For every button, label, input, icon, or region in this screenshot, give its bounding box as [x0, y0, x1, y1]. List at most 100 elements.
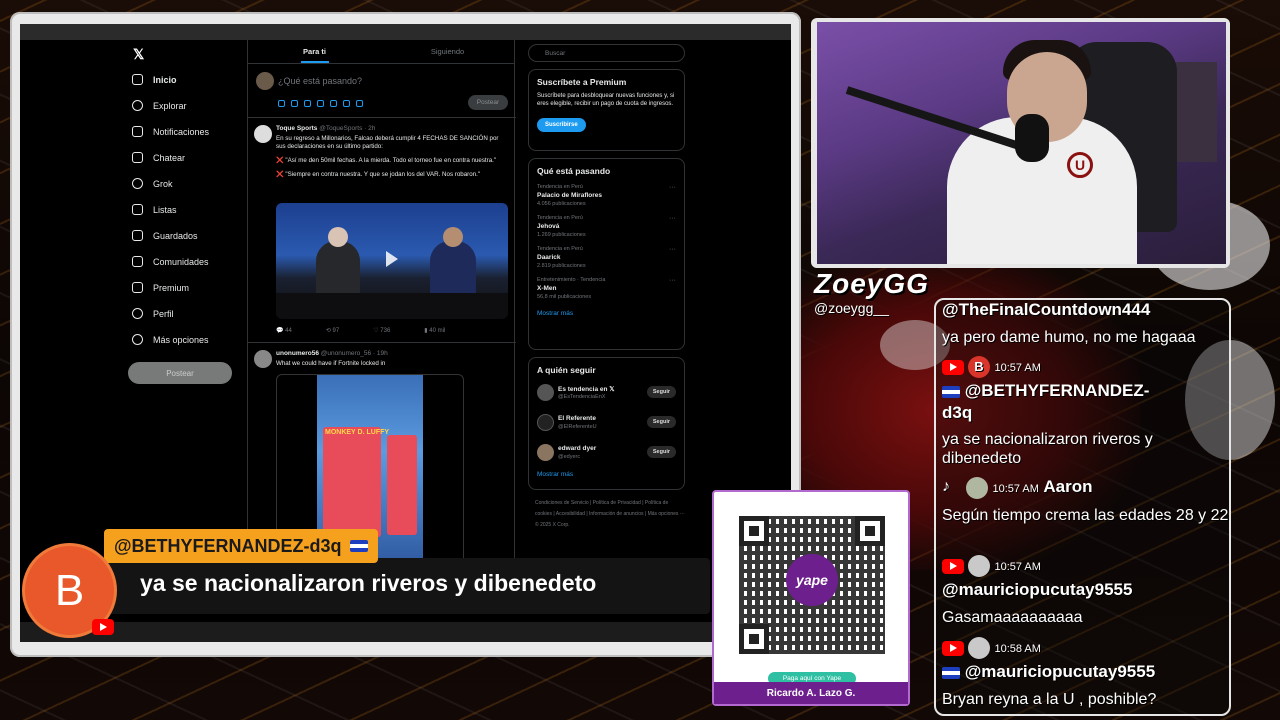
nav-chat[interactable]: Chatear — [132, 152, 185, 163]
nav-explore[interactable]: Explorar — [132, 100, 187, 111]
tweet-header: unonumero56 @unonumero_56 · 19h — [276, 350, 388, 357]
tweet-video[interactable] — [276, 203, 508, 319]
schedule-icon[interactable] — [343, 100, 350, 107]
chat-message: Gasamaaaaaaaaaa — [942, 609, 1083, 626]
emoji-icon[interactable] — [330, 100, 337, 107]
premium-title: Suscríbete a Premium — [537, 77, 627, 87]
chat-panel: @TheFinalCountdown444 ya pero dame humo,… — [934, 298, 1231, 716]
search-icon — [132, 100, 143, 111]
trend-item[interactable]: Tendencia en Perú Daarick 2.819 publicacio… — [537, 246, 676, 269]
play-icon[interactable] — [386, 251, 398, 267]
chat-icon — [132, 152, 143, 163]
list-icon[interactable] — [317, 100, 324, 107]
chat-message: Según tiempo crema las edades 28 y 22 — [942, 507, 1229, 524]
nav-lists[interactable]: Listas — [132, 204, 177, 215]
tab-following[interactable]: Siguiendo — [381, 40, 514, 63]
feed-column: Para ti Siguiendo ¿Qué está pasando? Pos… — [247, 40, 516, 580]
chat-username: @BETHYFERNANDEZ-d3q — [942, 381, 1150, 422]
like-count[interactable]: ♡ 736 — [373, 327, 390, 334]
trend-item[interactable]: Tendencia en Perú Palacio de Miraflores 4.… — [537, 184, 676, 207]
nav-profile[interactable]: Perfil — [132, 308, 174, 319]
location-icon[interactable] — [356, 100, 363, 107]
composer-toolbar — [278, 100, 363, 107]
tweet-header: Toque Sports @ToqueSports · 2h — [276, 125, 376, 132]
user-icon — [132, 308, 143, 319]
avatar — [254, 350, 272, 368]
chat-message: ya se nacionalizaron riveros y dibenedet… — [942, 431, 1153, 467]
tweet-text: What we could have if Fortnite locked in — [276, 360, 386, 367]
bell-icon — [132, 126, 143, 137]
post-button[interactable]: Postear — [468, 95, 508, 110]
yape-logo: yape — [786, 554, 838, 606]
flag-icon — [942, 385, 960, 398]
nav-home[interactable]: Inicio — [132, 74, 177, 85]
taskbar — [20, 622, 791, 642]
gif-icon[interactable] — [291, 100, 298, 107]
more-icon[interactable]: ··· — [669, 184, 676, 191]
chat-meta: B 10:57 AM — [942, 356, 1041, 378]
more-icon[interactable]: ··· — [669, 277, 676, 284]
follow-suggestion[interactable]: edward dyer @edyerc Seguir — [537, 443, 676, 465]
composer: ¿Qué está pasando? Postear — [248, 64, 516, 118]
view-count[interactable]: ▮ 40 mil — [424, 327, 445, 334]
chat-message: ya pero dame humo, no me hagaaa — [942, 329, 1196, 346]
follow-button[interactable]: Seguir — [646, 386, 676, 398]
subscribe-button[interactable]: Suscribirse — [537, 118, 586, 132]
list-icon — [132, 204, 143, 215]
search-input[interactable]: Buscar — [528, 44, 685, 62]
alert-message: ya se nacionalizaron riveros y dibenedet… — [140, 570, 597, 596]
alert-username: @BETHYFERNANDEZ-d3q — [104, 529, 378, 563]
avatar — [966, 477, 988, 499]
follow-show-more-link[interactable]: Mostrar más — [537, 471, 676, 478]
trends-show-more-link[interactable]: Mostrar más — [537, 310, 676, 317]
tweet-actions: 💬 44 ⟲ 97 ♡ 736 ▮ 40 mil — [276, 327, 445, 334]
microphone-icon — [1015, 114, 1049, 162]
more-icon[interactable]: ··· — [669, 215, 676, 222]
nav-bookmarks[interactable]: Guardados — [132, 230, 198, 241]
premium-box: Suscríbete a Premium Suscríbete para des… — [528, 69, 685, 151]
youtube-icon — [942, 640, 964, 656]
chat-meta: ♪ 10:57 AM Aaron — [942, 477, 1093, 499]
nav-communities[interactable]: Comunidades — [132, 256, 209, 267]
avatar — [537, 444, 554, 461]
avatar — [968, 555, 990, 577]
follow-title: A quién seguir — [537, 365, 596, 375]
nav-more-options[interactable]: Más opciones — [132, 334, 209, 345]
x-logo-icon[interactable]: 𝕏 — [133, 46, 144, 63]
retweet-count[interactable]: ⟲ 97 — [326, 327, 339, 334]
more-icon[interactable]: ··· — [669, 246, 676, 253]
tab-for-you[interactable]: Para ti — [248, 40, 381, 63]
grok-icon[interactable] — [304, 100, 311, 107]
avatar — [254, 125, 272, 143]
reply-count[interactable]: 💬 44 — [276, 327, 292, 334]
sidebar-footer[interactable]: Condiciones de Servicio | Política de Pr… — [535, 498, 685, 531]
follow-button[interactable]: Seguir — [646, 446, 676, 458]
trend-item[interactable]: Tendencia en Perú Jehová 1.269 publicacion… — [537, 215, 676, 238]
chat-meta: 10:57 AM — [942, 555, 1041, 577]
trend-item[interactable]: Entretenimiento · Tendencia X-Men 56,8 mil… — [537, 277, 676, 300]
follow-suggestion[interactable]: El Referente @ElReferenteU Seguir — [537, 413, 676, 435]
chat-message: Bryan reyna a la U , poshible? — [942, 691, 1157, 708]
bookmark-icon — [132, 230, 143, 241]
streamer-name: ZoeyGG — [814, 268, 929, 299]
yape-qr-card[interactable]: yape Paga aquí con Yape Ricardo A. Lazo … — [712, 490, 910, 706]
flag-icon — [349, 540, 368, 552]
tweet[interactable]: Toque Sports @ToqueSports · 2h En su reg… — [248, 119, 516, 343]
home-icon — [132, 74, 143, 85]
youtube-icon — [942, 359, 964, 375]
follow-button[interactable]: Seguir — [646, 416, 676, 428]
follow-suggestion[interactable]: Es tendencia en 𝕏 @EsTendenciaEnX Seguir — [537, 383, 676, 405]
avatar — [537, 414, 554, 431]
image-icon[interactable] — [278, 100, 285, 107]
composer-input[interactable]: ¿Qué está pasando? — [278, 76, 362, 86]
who-to-follow-box: A quién seguir Es tendencia en 𝕏 @EsTende… — [528, 357, 685, 490]
flag-icon — [942, 666, 960, 679]
team-logo-icon: U — [1067, 152, 1093, 178]
chat-username: @TheFinalCountdown444 — [942, 300, 1151, 319]
avatar — [256, 72, 274, 90]
nav-grok[interactable]: Grok — [132, 178, 173, 189]
avatar — [537, 384, 554, 401]
nav-notifications[interactable]: Notificaciones — [132, 126, 209, 137]
nav-premium[interactable]: Premium — [132, 282, 189, 293]
post-button-sidebar[interactable]: Postear — [128, 362, 232, 384]
